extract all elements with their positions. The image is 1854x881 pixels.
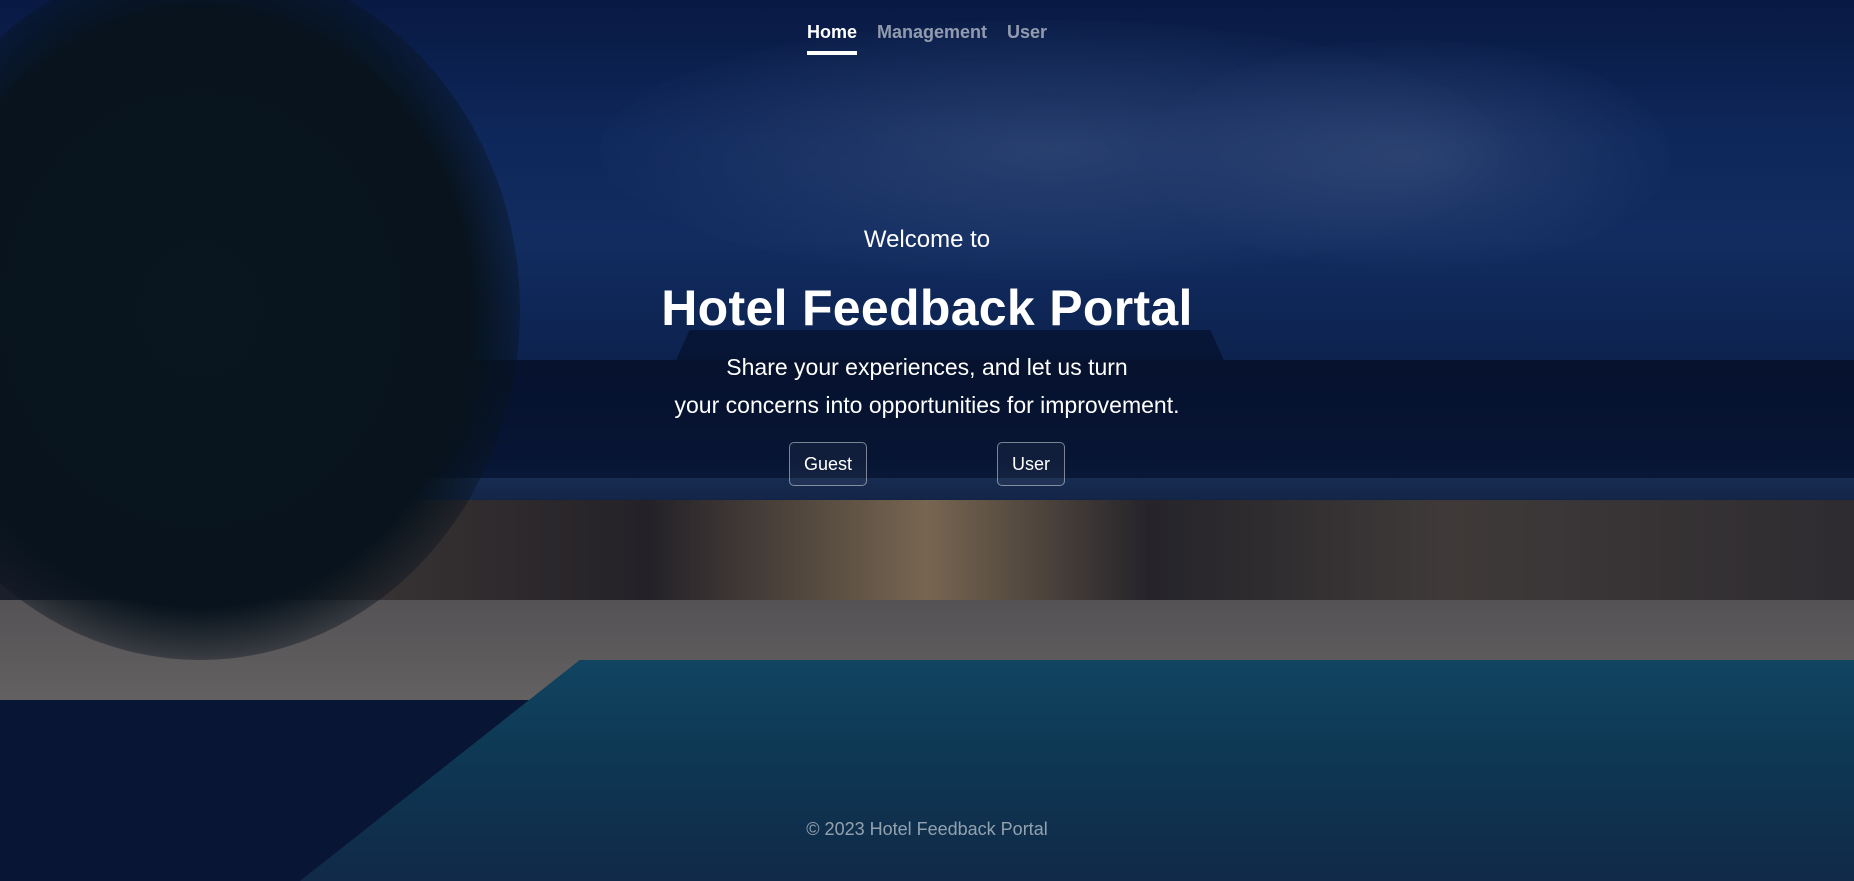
tagline-line-2: your concerns into opportunities for imp…	[674, 392, 1180, 418]
page-title: Hotel Feedback Portal	[661, 280, 1193, 336]
nav-item-user[interactable]: User	[1007, 22, 1047, 55]
guest-button[interactable]: Guest	[788, 442, 867, 486]
top-nav: Home Management User	[0, 22, 1854, 55]
footer-copyright: © 2023 Hotel Feedback Portal	[806, 819, 1048, 839]
nav-item-home[interactable]: Home	[806, 22, 857, 55]
welcome-text: Welcome to	[863, 226, 991, 253]
background-overlay	[0, 0, 1854, 881]
nav-item-management[interactable]: Management	[877, 22, 987, 55]
role-buttons: Guest User	[0, 442, 1854, 486]
user-button[interactable]: User	[997, 442, 1066, 486]
page: Home Management User Welcome to Hotel Fe…	[0, 0, 1854, 881]
tagline-line-1: Share your experiences, and let us turn	[726, 354, 1128, 380]
